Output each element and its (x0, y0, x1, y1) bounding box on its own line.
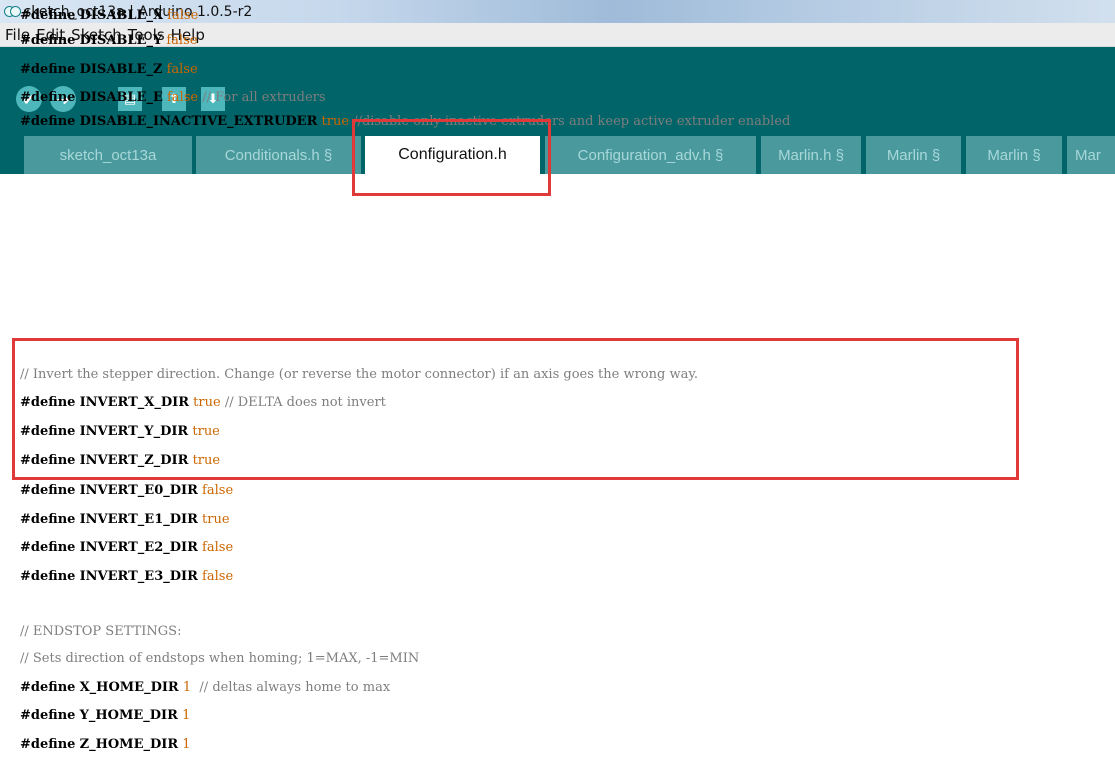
code-keyword: #define (20, 737, 76, 752)
code-line: // ENDSTOP SETTINGS: (20, 620, 181, 644)
code-macro-name: INVERT_E0_DIR (79, 483, 198, 498)
code-keyword: #define (20, 512, 76, 527)
tab-marlin-h[interactable]: Marlin.h § (761, 136, 861, 174)
code-literal: 1 (182, 708, 191, 723)
code-line: #define DISABLE_X false (20, 4, 198, 28)
code-line: #define INVERT_E1_DIR true (20, 508, 230, 532)
code-literal: 1 (182, 737, 191, 752)
tab-marlin-2[interactable]: Marlin § (966, 136, 1062, 174)
code-literal: false (166, 62, 198, 77)
code-macro-name: DISABLE_INACTIVE_EXTRUDER (79, 114, 318, 129)
code-line: #define DISABLE_E false // For all extru… (20, 86, 326, 110)
code-macro-name: INVERT_E1_DIR (79, 512, 198, 527)
code-literal: false (166, 33, 198, 48)
code-literal: false (167, 8, 199, 23)
code-keyword: #define (20, 114, 76, 129)
code-line: #define DISABLE_Y false (20, 29, 197, 53)
code-literal: false (167, 90, 199, 105)
code-comment: // Sets direction of endstops when homin… (20, 651, 420, 666)
code-literal: true (321, 114, 350, 129)
code-keyword: #define (20, 708, 76, 723)
highlight-box-tab (352, 119, 551, 196)
code-literal: false (202, 483, 234, 498)
tab-marlin-truncated[interactable]: Mar (1067, 136, 1115, 174)
code-line: #define Y_HOME_DIR 1 (20, 704, 190, 728)
code-macro-name: X_HOME_DIR (79, 680, 179, 695)
code-macro-name: DISABLE_Z (79, 62, 163, 77)
code-keyword: #define (20, 483, 76, 498)
code-line: #define INVERT_E0_DIR false (20, 479, 233, 503)
code-line: #define DISABLE_Z false (20, 58, 198, 82)
code-keyword: #define (20, 33, 76, 48)
code-keyword: #define (20, 540, 76, 555)
tab-sketch-oct13a[interactable]: sketch_oct13a (24, 136, 192, 174)
code-keyword: #define (20, 62, 76, 77)
code-macro-name: DISABLE_E (79, 90, 163, 105)
code-comment: // deltas always home to max (195, 680, 391, 695)
code-macro-name: DISABLE_X (79, 8, 164, 23)
code-keyword: #define (20, 90, 76, 105)
tab-configuration-adv-h[interactable]: Configuration_adv.h § (545, 136, 756, 174)
code-literal: 1 (182, 680, 192, 695)
code-macro-name: INVERT_E2_DIR (79, 540, 198, 555)
code-line: #define X_HOME_DIR 1 // deltas always ho… (20, 676, 390, 700)
code-macro-name: Y_HOME_DIR (79, 708, 178, 723)
tab-conditionals-h[interactable]: Conditionals.h § (196, 136, 361, 174)
code-literal: false (202, 540, 234, 555)
tab-marlin-1[interactable]: Marlin § (866, 136, 961, 174)
code-literal: true (202, 512, 230, 527)
code-macro-name: Z_HOME_DIR (79, 737, 179, 752)
code-keyword: #define (20, 8, 76, 23)
code-literal: false (202, 569, 234, 584)
code-comment: // For all extruders (202, 90, 326, 105)
code-macro-name: INVERT_E3_DIR (79, 569, 198, 584)
code-line: #define Z_HOME_DIR 1 (20, 733, 191, 757)
code-line: #define INVERT_E3_DIR false (20, 565, 233, 589)
highlight-box-invert-dir (12, 338, 1019, 480)
arduino-logo-icon (4, 6, 21, 17)
code-keyword: #define (20, 680, 76, 695)
code-comment: // ENDSTOP SETTINGS: (20, 624, 182, 639)
code-line: // Sets direction of endstops when homin… (20, 647, 419, 671)
code-keyword: #define (20, 569, 76, 584)
code-macro-name: DISABLE_Y (79, 33, 163, 48)
code-line: #define INVERT_E2_DIR false (20, 536, 233, 560)
